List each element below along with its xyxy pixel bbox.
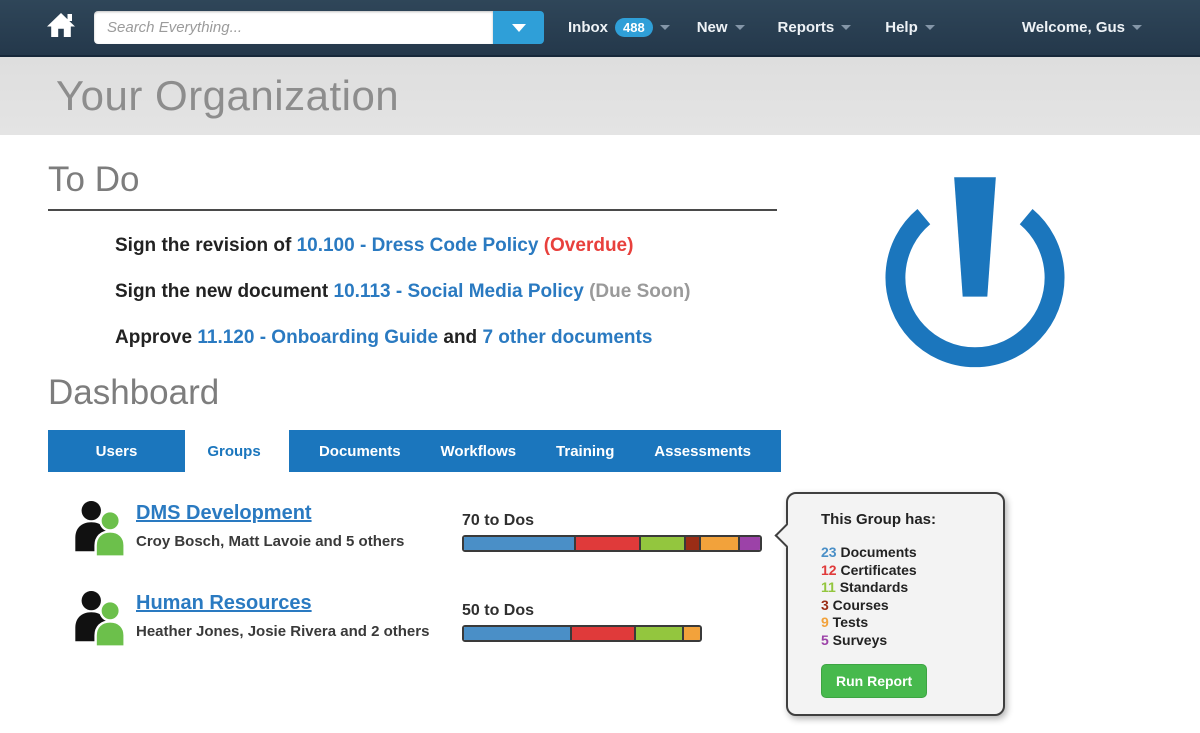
group-people-icon: [70, 500, 128, 558]
document-link[interactable]: 10.113 - Social Media Policy: [334, 281, 584, 302]
group-link[interactable]: Human Resources: [136, 592, 312, 615]
reports-label: Reports: [778, 19, 835, 36]
document-link[interactable]: 11.120 - Onboarding Guide: [197, 327, 438, 348]
top-navigation-bar: Inbox 488 New Reports Help Welcome, Gus: [0, 0, 1200, 57]
nav-new[interactable]: New: [697, 19, 745, 36]
todo-count-label: 70 to Dos: [462, 512, 762, 530]
bar-segment-certificates: [572, 627, 636, 640]
group-row-human-resources: Human Resources Heather Jones, Josie Riv…: [48, 590, 1200, 648]
bar-segment-standards: [636, 627, 684, 640]
bar-segment-courses: [686, 537, 701, 550]
tab-assessments[interactable]: Assessments: [648, 430, 757, 472]
todo-text: and: [438, 327, 482, 348]
chevron-down-icon: [1132, 25, 1142, 30]
nav-user-menu[interactable]: Welcome, Gus: [1022, 19, 1142, 36]
chevron-down-icon: [841, 25, 851, 30]
other-documents-link[interactable]: 7 other documents: [482, 327, 652, 348]
tooltip-stat-surveys: 5 Surveys: [821, 632, 991, 650]
power-logo-icon: [885, 176, 1065, 368]
welcome-label: Welcome, Gus: [1022, 19, 1125, 36]
todo-text: Sign the new document: [115, 281, 334, 302]
page-title-band: Your Organization: [0, 57, 1200, 135]
inbox-label: Inbox: [568, 19, 608, 36]
group-text: Human Resources Heather Jones, Josie Riv…: [136, 590, 429, 648]
popover-title: This Group has:: [821, 511, 991, 528]
group-text: DMS Development Croy Bosch, Matt Lavoie …: [136, 500, 404, 558]
group-people-icon: [70, 590, 128, 648]
group-members: Croy Bosch, Matt Lavoie and 5 others: [136, 533, 404, 550]
todo-text: Approve: [115, 327, 197, 348]
page-title: Your Organization: [56, 72, 399, 120]
tab-block: Documents Workflows Training Assessments: [289, 430, 781, 472]
nav-help[interactable]: Help: [885, 19, 935, 36]
home-button[interactable]: [44, 12, 78, 44]
bar-segment-standards: [641, 537, 687, 550]
group-list: DMS Development Croy Bosch, Matt Lavoie …: [48, 500, 1200, 648]
bar-segment-documents: [464, 627, 572, 640]
dashboard-tabs: Users Groups Documents Workflows Trainin…: [48, 430, 1200, 472]
status-overdue: (Overdue): [538, 235, 633, 256]
search-input[interactable]: [94, 11, 493, 44]
chevron-down-icon: [925, 25, 935, 30]
bar-segment-tests: [684, 627, 700, 640]
tooltip-stat-standards: 11 Standards: [821, 579, 991, 597]
home-icon: [46, 11, 76, 45]
tooltip-stat-certificates: 12 Certificates: [821, 562, 991, 580]
group-summary-popover: This Group has: 23 Documents12 Certifica…: [786, 492, 1005, 716]
group-row-dms-development: DMS Development Croy Bosch, Matt Lavoie …: [48, 500, 1200, 558]
run-report-button[interactable]: Run Report: [821, 664, 927, 698]
group-members: Heather Jones, Josie Rivera and 2 others: [136, 623, 429, 640]
bar-segment-surveys: [740, 537, 760, 550]
todo-bar-column: 70 to Dos: [462, 500, 762, 558]
todo-stacked-bar: [462, 625, 702, 642]
group-info: DMS Development Croy Bosch, Matt Lavoie …: [70, 500, 462, 558]
tab-groups[interactable]: Groups: [185, 430, 283, 472]
bar-segment-tests: [701, 537, 739, 550]
todo-bar-column: 50 to Dos: [462, 590, 702, 648]
tab-workflows[interactable]: Workflows: [435, 430, 523, 472]
tab-documents[interactable]: Documents: [313, 430, 407, 472]
help-label: Help: [885, 19, 918, 36]
chevron-down-icon: [512, 24, 526, 32]
search-dropdown-button[interactable]: [493, 11, 544, 44]
tooltip-stat-tests: 9 Tests: [821, 614, 991, 632]
tab-training[interactable]: Training: [550, 430, 620, 472]
bar-segment-documents: [464, 537, 576, 550]
nav-reports[interactable]: Reports: [778, 19, 852, 36]
bar-segment-certificates: [576, 537, 640, 550]
status-due-soon: (Due Soon): [584, 281, 691, 302]
chevron-down-icon: [735, 25, 745, 30]
new-label: New: [697, 19, 728, 36]
search-group: [94, 11, 544, 44]
tooltip-stat-documents: 23 Documents: [821, 544, 991, 562]
group-info: Human Resources Heather Jones, Josie Riv…: [70, 590, 462, 648]
tab-users[interactable]: Users: [48, 430, 185, 472]
todo-count-label: 50 to Dos: [462, 602, 702, 620]
todo-divider: [48, 209, 777, 211]
nav-inbox[interactable]: Inbox 488: [568, 18, 670, 37]
group-link[interactable]: DMS Development: [136, 502, 312, 525]
popover-stat-list: 23 Documents12 Certificates11 Standards3…: [821, 544, 991, 649]
chevron-down-icon: [660, 25, 670, 30]
todo-stacked-bar: [462, 535, 762, 552]
document-link[interactable]: 10.100 - Dress Code Policy: [297, 235, 539, 256]
inbox-count-badge: 488: [615, 18, 653, 37]
tooltip-stat-courses: 3 Courses: [821, 597, 991, 615]
dashboard-heading: Dashboard: [48, 373, 1200, 413]
todo-text: Sign the revision of: [115, 235, 297, 256]
